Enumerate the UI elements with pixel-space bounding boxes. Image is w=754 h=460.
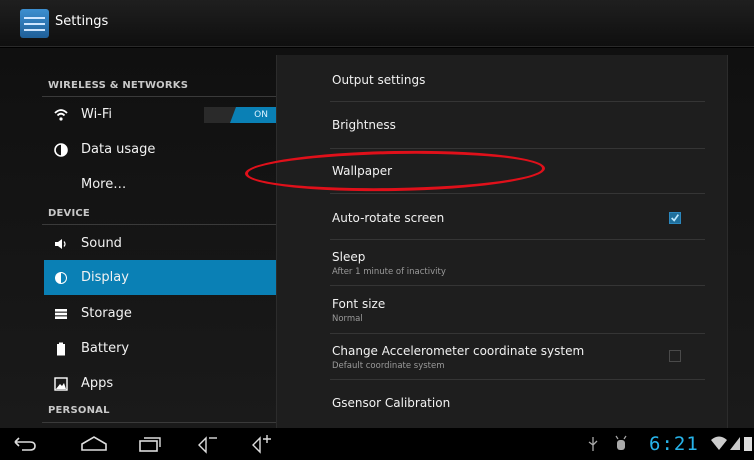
setting-auto-rotate[interactable]: Auto-rotate screen [332,211,704,225]
settings-content: WIRELESS & NETWORKS Wi-Fi ON Data usage … [0,48,754,428]
sidebar-item-label: Wi-Fi [81,107,113,122]
category-wireless: WIRELESS & NETWORKS [48,80,189,91]
volume-down-icon[interactable] [196,434,220,454]
divider [330,379,705,380]
setting-title: Gsensor Calibration [332,396,451,410]
sidebar-item-display[interactable]: Display [44,260,290,295]
sidebar-item-label: Data usage [81,142,156,157]
checkmark-icon [671,214,680,222]
divider [330,285,705,286]
setting-summary: Default coordinate system [332,361,445,371]
accelerometer-checkbox[interactable] [669,350,681,362]
setting-title: Auto-rotate screen [332,211,445,225]
settings-sidebar: WIRELESS & NETWORKS Wi-Fi ON Data usage … [18,48,290,428]
sidebar-item-sound[interactable]: Sound [44,226,290,261]
clock: 6:21 [649,433,699,455]
storage-icon [55,309,67,319]
setting-font-size[interactable]: Font size Normal [332,297,704,324]
wifi-toggle[interactable]: ON [204,107,276,123]
data-usage-icon [54,143,68,157]
setting-brightness[interactable]: Brightness [332,118,704,132]
display-settings-pane: Output settings Brightness Wallpaper Aut… [276,55,728,428]
setting-gsensor-calibration[interactable]: Gsensor Calibration [332,396,704,410]
sidebar-item-label: Display [81,270,129,285]
divider [330,101,705,102]
app-title: Settings [55,14,109,29]
divider [330,148,705,149]
setting-title: Output settings [332,73,426,87]
battery-status-icon [744,437,752,451]
sidebar-item-battery[interactable]: Battery [44,331,290,366]
apps-icon [54,377,68,391]
setting-title: Change Accelerometer coordinate system [332,344,585,358]
back-icon[interactable] [12,434,38,454]
setting-summary: Normal [332,314,363,324]
recent-apps-icon[interactable] [137,434,163,454]
setting-sleep[interactable]: Sleep After 1 minute of inactivity [332,250,704,277]
cell-signal-icon [730,437,740,450]
settings-app-icon[interactable] [20,9,49,38]
debug-icon [615,435,627,450]
sidebar-item-label: Sound [81,236,122,251]
setting-title: Sleep [332,250,366,264]
system-bar: 6:21 [0,428,754,460]
sidebar-item-storage[interactable]: Storage [44,296,290,331]
setting-accelerometer[interactable]: Change Accelerometer coordinate system D… [332,344,704,371]
divider [42,224,290,225]
setting-title: Brightness [332,118,396,132]
setting-title: Font size [332,297,386,311]
usb-icon [588,437,598,451]
sidebar-item-label: More… [81,177,127,192]
divider [330,239,705,240]
sidebar-item-label: Storage [81,306,132,321]
speaker-icon [55,239,66,249]
wifi-toggle-on: ON [230,107,276,123]
sidebar-item-label: Battery [81,341,130,356]
setting-summary: After 1 minute of inactivity [332,267,446,277]
setting-output-settings[interactable]: Output settings [332,73,704,87]
sidebar-item-label: Apps [81,376,114,391]
sidebar-item-apps[interactable]: Apps [44,366,290,401]
auto-rotate-checkbox[interactable] [669,212,681,224]
battery-icon [57,342,65,356]
wifi-signal-icon [711,436,727,450]
volume-up-icon[interactable] [250,434,278,454]
divider [330,333,705,334]
wifi-icon [54,109,68,121]
divider [42,422,290,423]
brightness-icon [55,272,67,284]
action-bar: Settings [0,0,754,47]
home-icon[interactable] [80,434,108,454]
category-personal: PERSONAL [48,405,110,416]
sidebar-item-data-usage[interactable]: Data usage [44,132,290,167]
sidebar-item-wifi[interactable]: Wi-Fi ON [44,97,290,132]
category-device: DEVICE [48,208,90,219]
divider [330,193,705,194]
